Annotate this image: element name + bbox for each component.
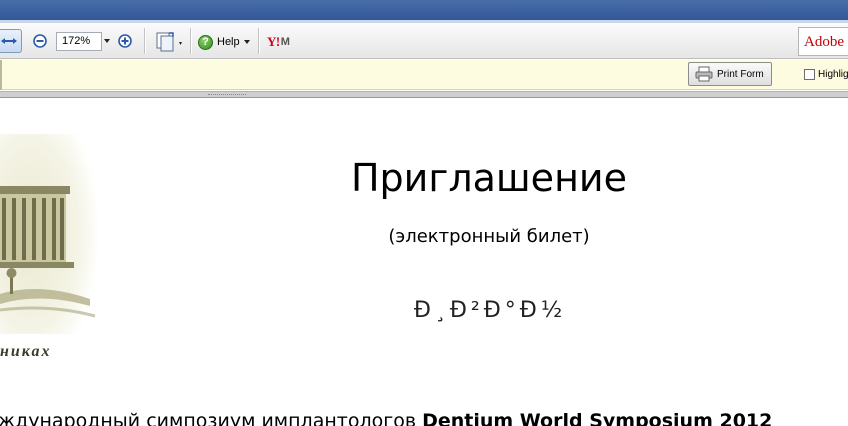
zoom-dropdown-icon[interactable] [104,39,110,43]
toolbar-separator [144,28,145,54]
print-form-button[interactable]: Print Form [688,62,772,86]
pane-splitter[interactable] [0,91,848,98]
fit-width-button[interactable] [0,29,22,53]
highlight-checkbox[interactable] [804,68,815,80]
mail-icon: M [280,36,290,48]
page-title: Приглашение [350,156,627,200]
page-layout-icon[interactable] [154,30,184,54]
form-bar-edge [0,60,2,90]
window-title-bar [0,0,848,22]
building-logo-image [0,134,100,334]
adobe-logo: Adobe [798,27,848,56]
print-form-label: Print Form [717,68,764,80]
toolbar-separator [190,28,191,54]
highlight-label: Highlig [818,68,848,80]
help-label: Help [217,36,240,48]
event-name: Dentium World Symposium 2012 [422,410,773,426]
yahoo-icon: Y! [267,34,280,49]
zoom-in-icon[interactable] [118,34,132,48]
page-subtitle: (электронный билет) [388,226,590,247]
toolbar-separator [258,28,259,54]
garbled-name-text: Ð¸Ð²Ð°Ð½ [413,298,567,323]
document-page: никах Приглашение (электронный билет) Ð¸… [0,98,848,426]
help-dropdown-icon [243,40,250,44]
zoom-out-icon[interactable] [33,34,47,48]
zoom-level-input[interactable]: 172% [56,32,102,51]
printer-icon [695,66,713,82]
splitter-grip-icon [208,94,246,95]
intro-text: ждународный симпозиум имплантологов [0,410,423,426]
highlight-fields-toggle[interactable]: Highlig [804,67,848,81]
help-button[interactable]: ? Help [198,32,250,52]
help-icon: ? [198,34,213,50]
intro-paragraph: ждународный симпозиум имплантологов Dent… [0,410,848,426]
fit-width-icon [1,38,17,44]
logo-caption: никах [0,343,52,360]
yahoo-mail-button[interactable]: Y! M [267,33,290,51]
reader-toolbar: 172% ? Help Y! M Adobe [0,23,848,59]
